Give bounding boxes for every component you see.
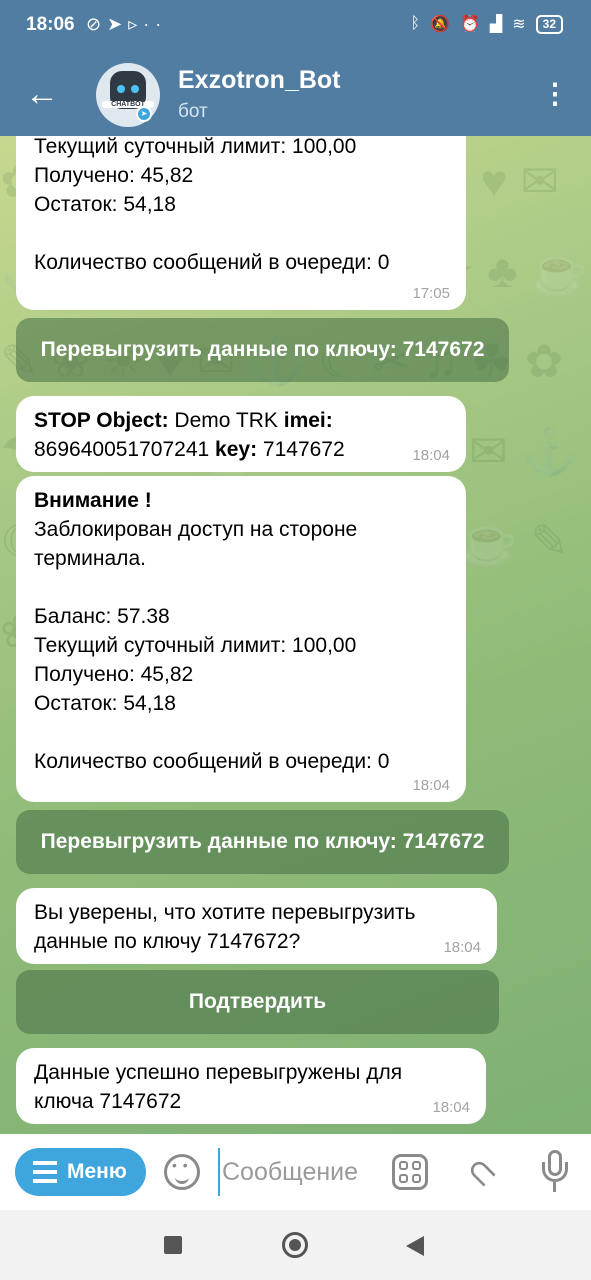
imei-label: imei: [283,409,333,432]
message-text-line: Данные успешно перевыгружены для [34,1061,403,1084]
bluetooth-icon: ᛒ [410,15,421,32]
message-text-line: данные по ключу 7147672? [34,930,301,953]
chat-title[interactable]: Exzotron_Bot [178,66,341,95]
bot-commands-icon[interactable] [392,1154,428,1190]
message-text-line: Вы уверены, что хотите перевыгрузить [34,901,416,924]
message-time: 18:04 [443,939,481,956]
message-text-line: STOP Object: Demo TRK imei: [34,406,448,435]
signal-icon: ▟ [489,16,503,33]
message-text-line: Количество сообщений в очереди: 0 [34,750,390,773]
stop-label: STOP Object: [34,409,169,432]
telegram-icon: ➤ [107,14,129,34]
message-text-line [34,219,448,248]
emoji-icon[interactable] [164,1154,200,1190]
more-vertical-icon[interactable]: ⋮ [537,74,573,114]
message-bubble[interactable]: Данные успешно перевыгружены для ключа 7… [16,1048,486,1124]
battery-indicator: 32 [535,14,563,34]
attach-icon[interactable]: ⊂ [452,1142,511,1201]
back-arrow-icon[interactable]: ← [22,74,62,114]
message-text-line: Баланс: 57.38 [34,605,170,628]
input-bar: Меню ⊂ [0,1134,591,1210]
telegram-badge-icon: ➤ [136,106,152,122]
message-text-line: Текущий суточный лимит: 100,00 [34,136,357,158]
message-input[interactable] [218,1148,378,1196]
message-text-line [34,573,448,602]
status-bar: 18:06 ⊘➤▹·· ᛒ 🔕 ⏰ ▟ ≋ 32 [0,0,591,52]
hamburger-icon [33,1161,57,1183]
message-time: 17:05 [412,285,450,302]
message-bubble[interactable]: Текущий суточный лимит: 100,00 Получено:… [16,136,466,310]
message-bubble[interactable]: Вы уверены, что хотите перевыгрузить дан… [16,888,497,964]
key-label: key: [209,438,258,461]
message-text-line: Получено: 45,82 [34,663,194,686]
status-time: 18:06 [26,14,75,35]
recents-icon[interactable] [164,1236,182,1254]
message-text-line: Текущий суточный лимит: 100,00 [34,634,357,657]
inline-button-confirm[interactable]: Подтвердить [16,970,499,1034]
message-text-line: 869640051707241 key: 7147672 [34,435,448,464]
wifi-icon: ≋ [512,16,526,33]
vpn-icon: ⊘ [86,14,108,34]
message-bubble[interactable]: Внимание ! Заблокирован доступ на сторон… [16,476,466,802]
message-text-line [34,718,448,747]
message-time: 18:04 [412,777,450,794]
more-icon: ·· [143,14,168,34]
chat-area[interactable]: ✿ ☂ ✈ ★ ♣ ☕ ✎ ❀ ☀ ♥ ✉ ⚓ ☾ ✂ ♫ ☘ ✿ ☂ ✈ ★ … [0,136,591,1134]
inline-button-reupload[interactable]: Перевыгрузить данные по ключу: 7147672 [16,318,509,382]
status-right-icons: ᛒ 🔕 ⏰ ▟ ≋ 32 [410,14,563,34]
top-bar: 18:06 ⊘➤▹·· ᛒ 🔕 ⏰ ▟ ≋ 32 ← CHATBOT ➤ Exz… [0,0,591,136]
message-text-line: Остаток: 54,18 [34,692,176,715]
alarm-icon: ⏰ [460,16,480,33]
message-text-line: Получено: 45,82 [34,164,194,187]
message-time: 18:04 [432,1099,470,1116]
object-name: Demo TRK [168,409,284,432]
home-icon[interactable] [282,1232,308,1258]
nav-back-icon[interactable] [406,1236,424,1256]
message-time: 18:04 [412,447,450,464]
bot-menu-button[interactable]: Меню [15,1148,146,1196]
key-value: 7147672 [257,438,345,461]
message-text-line: Количество сообщений в очереди: 0 [34,251,390,274]
bot-menu-label: Меню [67,1160,127,1183]
message-heading: Внимание ! [34,489,152,512]
play-icon: ▹ [128,14,144,34]
message-text-line: ключа 7147672 [34,1090,182,1113]
chat-subtitle: бот [178,101,208,122]
message-text-line: терминала. [34,547,146,570]
mute-icon: 🔕 [430,16,450,33]
message-bubble[interactable]: STOP Object: Demo TRK imei: 869640051707… [16,396,466,472]
status-left-icons: ⊘➤▹·· [86,14,167,35]
microphone-icon[interactable] [540,1150,570,1194]
system-nav-bar [0,1210,591,1280]
message-text-line: Остаток: 54,18 [34,193,176,216]
imei-value: 869640051707241 [34,438,210,461]
message-text-line: Заблокирован доступ на стороне [34,518,358,541]
inline-button-reupload[interactable]: Перевыгрузить данные по ключу: 7147672 [16,810,509,874]
